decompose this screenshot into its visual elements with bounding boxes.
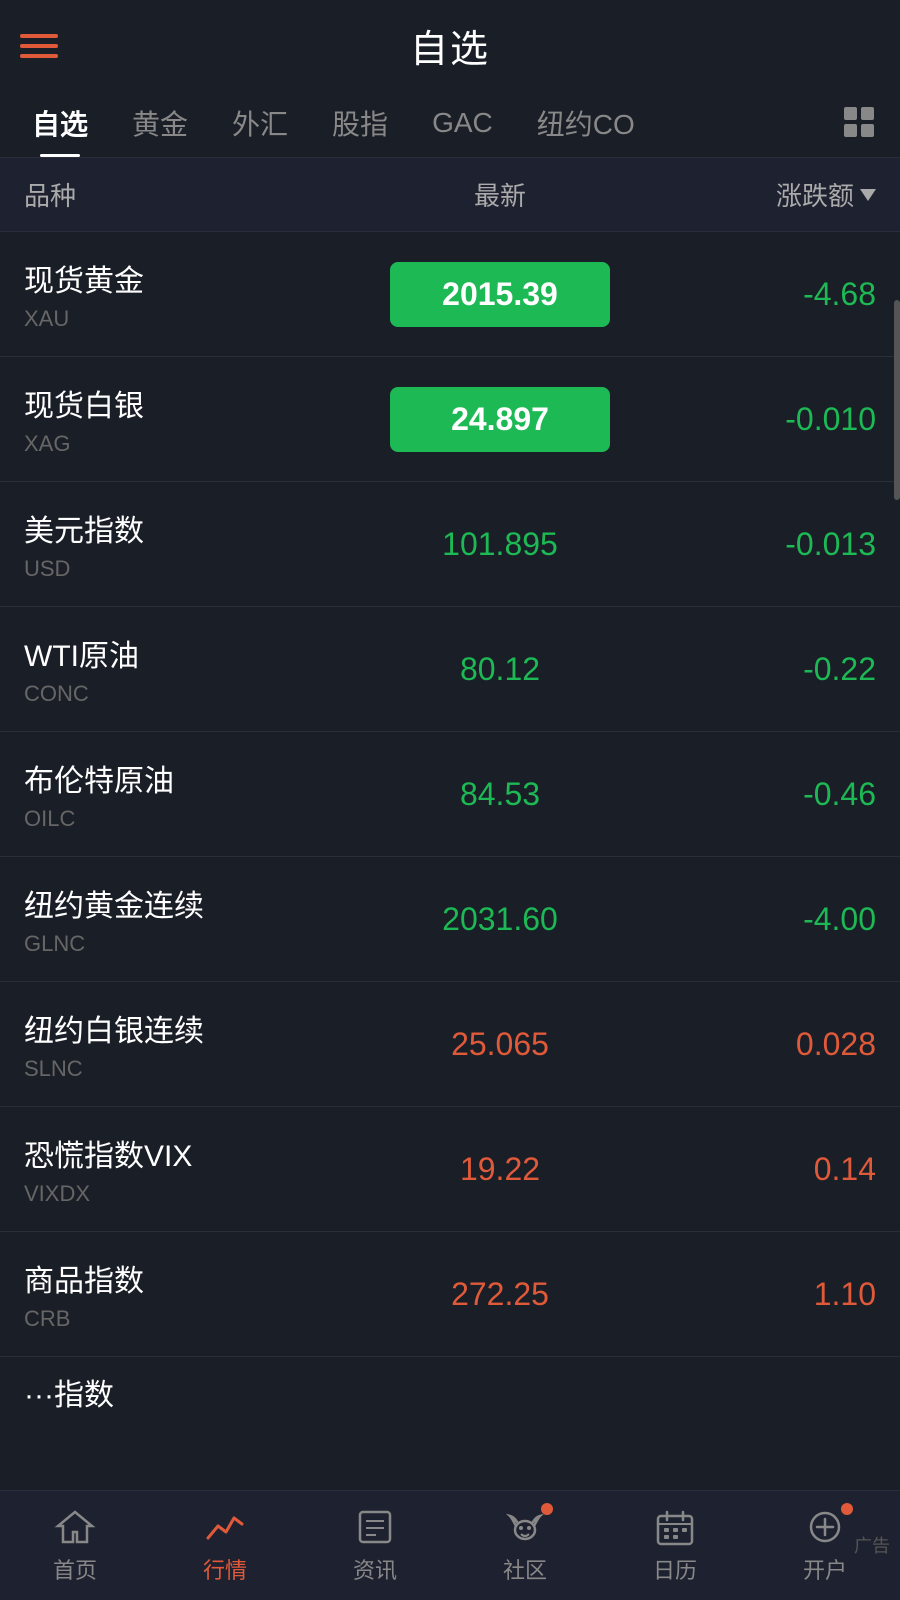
market-row-conc[interactable]: WTI原油 CONC 80.12 -0.22 [0,607,900,732]
row-price-xag: 24.897 [324,387,676,452]
row-info-partial: ···指数 [24,1370,324,1417]
nav-label-open: 开户 [803,1553,847,1585]
market-row-glnc[interactable]: 纽约黄金连续 GLNC 2031.60 -4.00 [0,857,900,982]
nav-label-calendar: 日历 [653,1553,697,1585]
grid-view-button[interactable] [828,95,890,149]
nav-item-community[interactable]: 社区 [450,1507,600,1585]
row-change-oilc: -0.46 [676,776,876,813]
row-change-usd: -0.013 [676,526,876,563]
row-price-crb: 272.25 [324,1276,676,1313]
nav-label-news: 资讯 [353,1553,397,1585]
nav-label-market: 行情 [203,1553,247,1585]
row-change-xau: -4.68 [676,276,876,313]
menu-line-2 [20,44,58,48]
chart-icon [201,1507,249,1547]
row-price-vixdx: 19.22 [324,1151,676,1188]
tab-waihui[interactable]: 外汇 [210,87,310,157]
page-title: 自选 [410,18,490,73]
bottom-nav: 首页 行情 资讯 [0,1490,900,1600]
row-price-glnc: 2031.60 [324,901,676,938]
market-row-usd[interactable]: 美元指数 USD 101.895 -0.013 [0,482,900,607]
row-info-oilc: 布伦特原油 OILC [24,756,324,832]
nav-item-market[interactable]: 行情 [150,1507,300,1585]
row-change-glnc: -4.00 [676,901,876,938]
tab-huangjin[interactable]: 黄金 [110,87,210,157]
nav-label-home: 首页 [53,1553,97,1585]
community-badge [541,1503,553,1515]
nav-item-news[interactable]: 资讯 [300,1507,450,1585]
row-info-conc: WTI原油 CONC [24,631,324,707]
market-row-vixdx[interactable]: 恐慌指数VIX VIXDX 19.22 0.14 [0,1107,900,1232]
market-row-crb[interactable]: 商品指数 CRB 272.25 1.10 [0,1232,900,1357]
row-info-crb: 商品指数 CRB [24,1256,324,1332]
tab-zixuan[interactable]: 自选 [10,87,110,157]
col-header-change[interactable]: 涨跌额 [676,176,876,213]
tab-guzhi[interactable]: 股指 [310,87,410,157]
row-info-xag: 现货白银 XAG [24,381,324,457]
row-info-slnc: 纽约白银连续 SLNC [24,1006,324,1082]
row-price-xau: 2015.39 [324,262,676,327]
menu-button[interactable] [20,34,58,58]
col-header-price: 最新 [324,176,676,213]
row-price-slnc: 25.065 [324,1026,676,1063]
nav-label-community: 社区 [503,1553,547,1585]
sort-arrow-icon [860,189,876,201]
row-change-vixdx: 0.14 [676,1151,876,1188]
row-change-conc: -0.22 [676,651,876,688]
market-row-slnc[interactable]: 纽约白银连续 SLNC 25.065 0.028 [0,982,900,1107]
scrollbar[interactable] [894,300,900,500]
market-list: 现货黄金 XAU 2015.39 -4.68 现货白银 XAG 24.897 -… [0,232,900,1417]
menu-line-1 [20,34,58,38]
tab-bar: 自选 黄金 外汇 股指 GAC 纽约CO [0,87,900,158]
news-icon [351,1507,399,1547]
row-price-oilc: 84.53 [324,776,676,813]
row-info-usd: 美元指数 USD [24,506,324,582]
home-icon [51,1507,99,1547]
menu-line-3 [20,54,58,58]
tab-niuyue[interactable]: 纽约CO [515,87,657,157]
row-info-glnc: 纽约黄金连续 GLNC [24,881,324,957]
header: 自选 [0,0,900,87]
row-info-xau: 现货黄金 XAU [24,256,324,332]
row-price-usd: 101.895 [324,526,676,563]
market-row-partial[interactable]: ···指数 [0,1357,900,1417]
calendar-icon [651,1507,699,1547]
row-price-conc: 80.12 [324,651,676,688]
ad-label: 广告 [854,1532,890,1558]
row-change-xag: -0.010 [676,401,876,438]
plus-circle-icon [801,1507,849,1547]
tab-gac[interactable]: GAC [410,91,515,153]
market-row-xag[interactable]: 现货白银 XAG 24.897 -0.010 [0,357,900,482]
market-row-xau[interactable]: 现货黄金 XAU 2015.39 -4.68 [0,232,900,357]
row-change-slnc: 0.028 [676,1026,876,1063]
table-header: 品种 最新 涨跌额 [0,158,900,232]
nav-item-home[interactable]: 首页 [0,1507,150,1585]
nav-item-calendar[interactable]: 日历 [600,1507,750,1585]
col-header-name: 品种 [24,176,324,213]
bull-icon [501,1507,549,1547]
market-row-oilc[interactable]: 布伦特原油 OILC 84.53 -0.46 [0,732,900,857]
row-info-vixdx: 恐慌指数VIX VIXDX [24,1131,324,1207]
open-badge [841,1503,853,1515]
grid-icon [844,107,874,137]
row-change-crb: 1.10 [676,1276,876,1313]
